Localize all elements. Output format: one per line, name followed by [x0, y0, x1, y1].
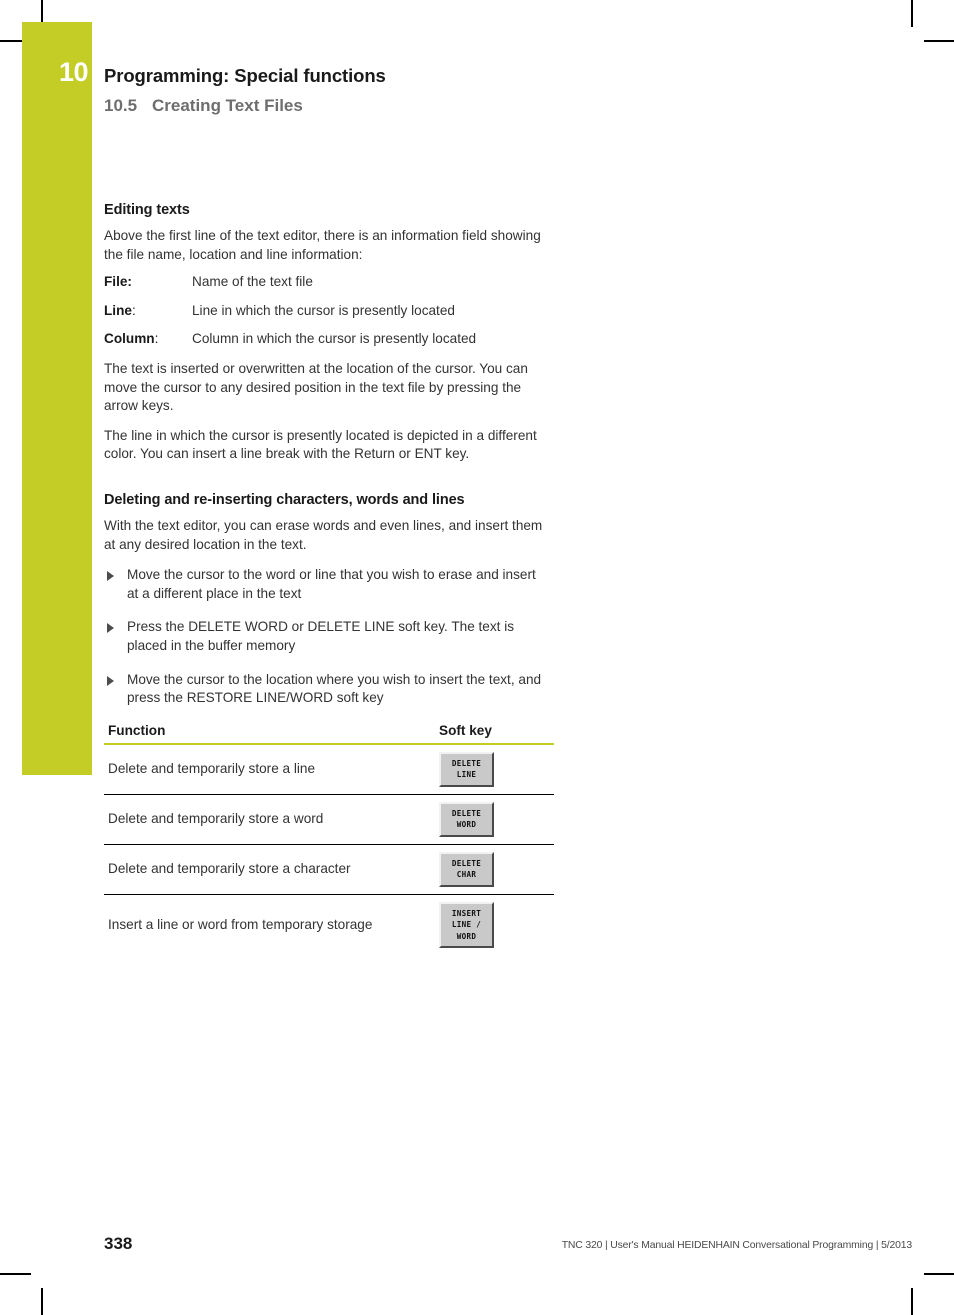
table-row: Delete and temporarily store a line DELE… [104, 743, 554, 795]
list-item: Press the DELETE WORD or DELETE LINE sof… [104, 618, 544, 655]
chapter-tab [22, 22, 92, 775]
table-cell-function: Delete and temporarily store a word [104, 794, 428, 845]
definition-term-label: Line [104, 302, 132, 318]
softkey-line: LINE / [451, 920, 482, 930]
definition-description: Line in which the cursor is presently lo… [192, 302, 455, 318]
softkey-line: WORD [456, 931, 477, 941]
main-content: Editing texts Above the first line of th… [104, 202, 554, 955]
list-item-label: Move the cursor to the word or line that… [127, 567, 536, 601]
softkey-line: DELETE [451, 858, 482, 868]
softkey-delete-word[interactable]: DELETE WORD [439, 801, 494, 837]
definition-row: Line: Line in which the cursor is presen… [104, 302, 544, 321]
table-cell-softkey: DELETE CHAR [428, 844, 554, 895]
table-cell-function: Delete and temporarily store a line [104, 743, 428, 795]
table-row: Delete and temporarily store a character… [104, 844, 554, 895]
softkey-delete-char[interactable]: DELETE CHAR [439, 851, 494, 887]
section-title: Creating Text Files [152, 96, 303, 115]
softkey-line: CHAR [456, 870, 477, 880]
definition-description: Column in which the cursor is presently … [192, 331, 477, 347]
list-item-label: Press the DELETE WORD or DELETE LINE sof… [127, 619, 515, 653]
footer-manual-note: TNC 320 | User's Manual HEIDENHAIN Conve… [561, 1240, 912, 1251]
definition-term-label: Column [104, 331, 155, 347]
table-cell-softkey: DELETE WORD [428, 794, 554, 845]
softkey-insert-line-word[interactable]: INSERT LINE / WORD [439, 901, 494, 949]
column-header-softkey: Soft key [428, 722, 554, 745]
crop-mark-bottom-right-vertical [911, 1288, 913, 1315]
list-item: Move the cursor to the location where yo… [104, 671, 544, 708]
softkey-line: LINE [456, 770, 477, 780]
instruction-list: Move the cursor to the word or line that… [104, 566, 544, 708]
definition-term: Line: [104, 302, 136, 318]
list-item: Move the cursor to the word or line that… [104, 566, 544, 603]
crop-mark-bottom-left-horizontal [0, 1273, 31, 1275]
bullet-triangle-icon [107, 675, 114, 686]
crop-mark-bottom-right-horizontal [924, 1273, 954, 1275]
softkey-delete-line[interactable]: DELETE LINE [439, 751, 494, 787]
paragraph-cursor-movement: The text is inserted or overwritten at t… [104, 360, 528, 414]
crop-mark-top-right-vertical [911, 0, 913, 27]
paragraph-text-editor: With the text editor, you can erase word… [104, 517, 543, 552]
definition-term-label: File [104, 274, 128, 290]
paragraph-line-color: The line in which the cursor is presentl… [104, 427, 537, 462]
running-head: Programming: Special functions 10.5 Creat… [104, 64, 744, 117]
column-header-function: Function [104, 722, 428, 745]
list-item-label: Move the cursor to the location where yo… [127, 671, 542, 706]
paragraph-intro: Above the first line of the text editor,… [104, 228, 541, 262]
softkey-line: DELETE [451, 758, 482, 768]
definition-row: File: Name of the text file [104, 273, 544, 292]
softkey-line: INSERT [451, 908, 482, 918]
definition-row: Column: Column in which the cursor is pr… [104, 330, 544, 349]
definition-description: Name of the text file [192, 274, 313, 290]
section-heading: 10.5 Creating Text Files [104, 95, 744, 117]
table-cell-softkey: INSERT LINE / WORD [428, 894, 554, 955]
section-number: 10.5 [104, 96, 138, 115]
softkey-line: DELETE [451, 808, 482, 818]
definition-list: File: Name of the text file Line: Line i… [104, 273, 544, 349]
softkey-table: Function Soft key Delete and temporarily… [104, 722, 554, 956]
heading-deleting-reinserting: Deleting and re-inserting characters, wo… [104, 491, 465, 508]
bullet-triangle-icon [107, 571, 114, 582]
softkey-line: WORD [456, 820, 477, 830]
crop-mark-top-right-horizontal [924, 40, 954, 42]
table-cell-function: Delete and temporarily store a character [104, 844, 428, 895]
table-row: Delete and temporarily store a word DELE… [104, 794, 554, 845]
heading-editing-texts: Editing texts [104, 202, 190, 218]
table-header-row: Function Soft key [104, 722, 554, 745]
table-row: Insert a line or word from temporary sto… [104, 894, 554, 955]
page-title: Programming: Special functions [104, 65, 386, 86]
definition-term: Column: [104, 331, 159, 347]
table-cell-function: Insert a line or word from temporary sto… [108, 916, 373, 932]
definition-term: File: [104, 274, 132, 290]
table-cell-softkey: DELETE LINE [428, 743, 554, 795]
chapter-number: 10 [58, 57, 89, 87]
bullet-triangle-icon [107, 623, 114, 634]
footer-page-number: 338 [104, 1234, 133, 1253]
crop-mark-bottom-left-vertical [41, 1288, 43, 1315]
